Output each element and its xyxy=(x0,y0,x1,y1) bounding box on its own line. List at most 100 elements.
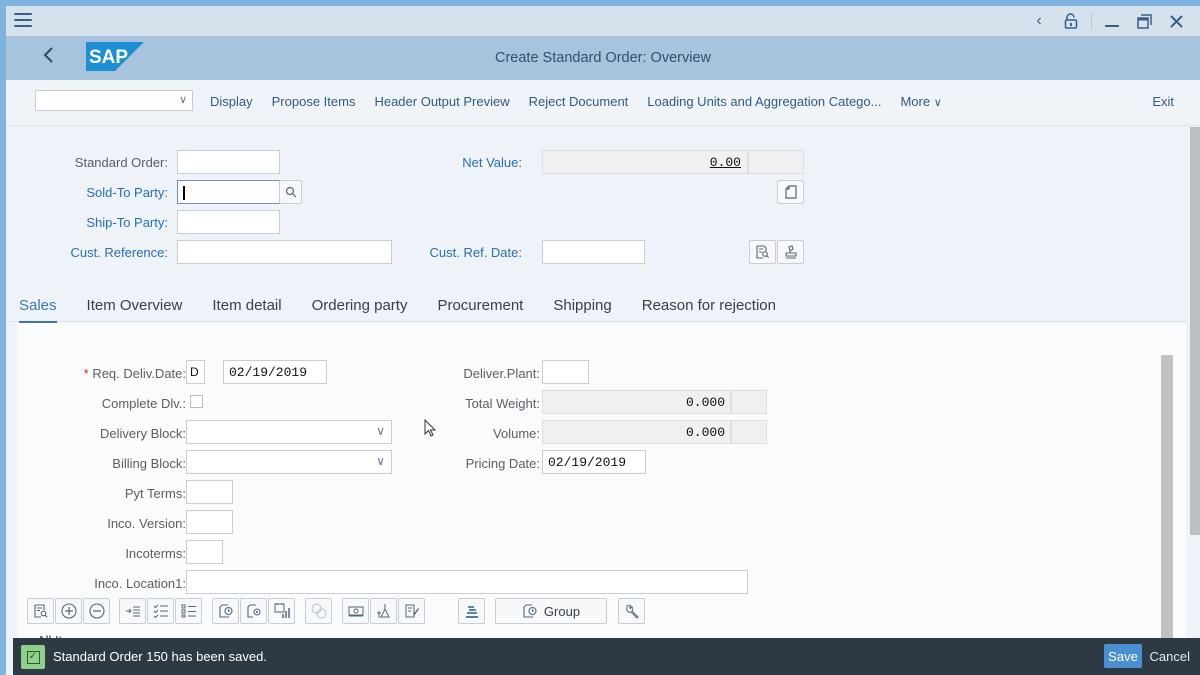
more-menu-button[interactable]: More ∨ xyxy=(892,94,949,109)
tab-strip: Sales Item Overview Item detail Ordering… xyxy=(6,296,1186,323)
availability-button[interactable] xyxy=(268,598,295,624)
pricing-date-field[interactable]: 02/19/2019 xyxy=(542,450,646,474)
panel-scrollbar[interactable] xyxy=(1161,355,1173,641)
close-icon[interactable] xyxy=(1160,10,1192,32)
billing-block-label: Billing Block: xyxy=(112,456,186,471)
success-icon: ✓ xyxy=(21,645,45,669)
select-all-button[interactable] xyxy=(147,598,174,624)
tab-ordering-party[interactable]: Ordering party xyxy=(297,296,423,322)
tab-shipping[interactable]: Shipping xyxy=(538,296,626,322)
tab-sales[interactable]: Sales xyxy=(6,296,72,323)
page-title: Create Standard Order: Overview xyxy=(495,50,711,66)
deselect-all-button[interactable] xyxy=(175,598,202,624)
hamburger-menu-icon[interactable] xyxy=(14,13,32,29)
stamp-button[interactable] xyxy=(777,240,804,264)
standard-order-label: Standard Order: xyxy=(74,155,168,170)
total-weight-label: Total Weight: xyxy=(465,396,540,411)
document-clock-icon xyxy=(523,604,537,618)
command-field-select[interactable]: ∨ xyxy=(35,90,193,111)
document-edit-button[interactable] xyxy=(398,598,425,624)
display-button[interactable]: Display xyxy=(202,94,261,109)
checklist-icon xyxy=(153,604,168,618)
add-circle-icon xyxy=(60,603,77,619)
inco-version-label: Inco. Version: xyxy=(107,516,186,531)
unlock-icon[interactable] xyxy=(1055,10,1087,32)
total-weight-field: 0.000 xyxy=(542,390,731,414)
cust-reference-field[interactable] xyxy=(177,240,392,264)
net-value-currency-field xyxy=(748,150,804,174)
tab-procurement[interactable]: Procurement xyxy=(422,296,538,322)
inco-version-field[interactable] xyxy=(186,510,233,534)
tab-item-detail[interactable]: Item detail xyxy=(197,296,296,322)
pricing-button[interactable] xyxy=(305,598,332,624)
item-details-button[interactable] xyxy=(27,598,54,624)
sold-to-party-field[interactable] xyxy=(177,180,280,204)
page-scrollbar[interactable] xyxy=(1190,127,1200,535)
display-document-button[interactable] xyxy=(749,240,776,264)
document-button[interactable] xyxy=(777,180,804,204)
chevron-down-icon: ∨ xyxy=(933,97,942,109)
sold-to-party-label: Sold-To Party: xyxy=(86,185,168,200)
ship-to-party-label: Ship-To Party: xyxy=(86,215,168,230)
indent-icon xyxy=(125,606,140,617)
more-label: More xyxy=(900,94,931,109)
pyt-terms-field[interactable] xyxy=(186,480,233,504)
standard-order-field[interactable] xyxy=(177,150,280,174)
add-item-button[interactable] xyxy=(55,598,82,624)
batch-button[interactable] xyxy=(370,598,397,624)
billing-block-dropdown[interactable]: ∨ xyxy=(186,450,392,474)
save-button[interactable]: Save xyxy=(1104,644,1142,668)
ship-to-party-field[interactable] xyxy=(177,210,280,234)
group-label: Group xyxy=(543,603,581,619)
delivery-block-dropdown[interactable]: ∨ xyxy=(186,420,392,444)
delivery-block-label: Delivery Block: xyxy=(100,426,186,441)
chevron-down-icon: ∨ xyxy=(376,454,385,468)
document-clock-icon xyxy=(218,604,233,618)
minimize-icon[interactable] xyxy=(1096,10,1128,32)
incoterms-field[interactable] xyxy=(186,540,223,564)
wrench-icon xyxy=(625,604,639,619)
title-bar: ‹ xyxy=(6,6,1200,36)
propose-items-button[interactable]: Propose Items xyxy=(264,94,364,109)
divider xyxy=(1091,12,1092,30)
tab-reason-for-rejection[interactable]: Reason for rejection xyxy=(627,296,791,322)
cust-ref-date-field[interactable] xyxy=(542,240,645,264)
pricing-date-label: Pricing Date: xyxy=(465,456,540,471)
complete-dlv-checkbox[interactable] xyxy=(190,395,203,408)
stack-icon xyxy=(465,606,478,618)
cancel-button[interactable]: Cancel xyxy=(1150,649,1190,664)
loading-units-button[interactable]: Loading Units and Aggregation Catego... xyxy=(639,94,889,109)
req-deliv-date-field[interactable]: 02/19/2019 xyxy=(223,360,327,384)
inco-location1-field[interactable] xyxy=(186,570,748,594)
group-button[interactable]: Group xyxy=(495,598,607,624)
volume-field: 0.000 xyxy=(542,420,731,444)
tab-item-overview[interactable]: Item Overview xyxy=(72,296,198,322)
document-settings-icon xyxy=(246,604,261,618)
status-message: Standard Order 150 has been saved. xyxy=(53,649,267,664)
back-icon[interactable]: ‹ xyxy=(1023,10,1055,32)
chevron-down-icon: ∨ xyxy=(178,94,187,106)
restore-icon[interactable] xyxy=(1128,10,1160,32)
schedule-lines-button[interactable] xyxy=(212,598,239,624)
net-value-amount: 0.00 xyxy=(709,155,741,170)
value-help-button[interactable] xyxy=(279,180,302,204)
deliver-plant-label: Deliver.Plant: xyxy=(463,366,540,381)
req-deliv-date-label-text: Req. Deliv.Date: xyxy=(92,366,186,381)
indent-button[interactable] xyxy=(119,598,146,624)
exit-button[interactable]: Exit xyxy=(1152,94,1174,109)
req-deliv-date-period-field[interactable]: D xyxy=(186,360,205,384)
reject-document-button[interactable]: Reject Document xyxy=(521,94,637,109)
conditions-button[interactable] xyxy=(342,598,369,624)
dispatch-button[interactable] xyxy=(458,598,485,624)
deliver-plant-field[interactable] xyxy=(542,360,589,384)
header-output-preview-button[interactable]: Header Output Preview xyxy=(366,94,517,109)
shell-bar: SAP Create Standard Order: Overview xyxy=(6,36,1200,80)
document-search-icon xyxy=(756,245,769,259)
configuration-button[interactable] xyxy=(240,598,267,624)
flask-icon xyxy=(376,604,390,618)
delete-item-button[interactable] xyxy=(83,598,110,624)
toolbar-actions: Display Propose Items Header Output Prev… xyxy=(202,94,953,109)
calendar-chart-icon xyxy=(274,603,290,618)
settings-button[interactable] xyxy=(618,598,645,624)
remove-circle-icon xyxy=(88,603,105,619)
